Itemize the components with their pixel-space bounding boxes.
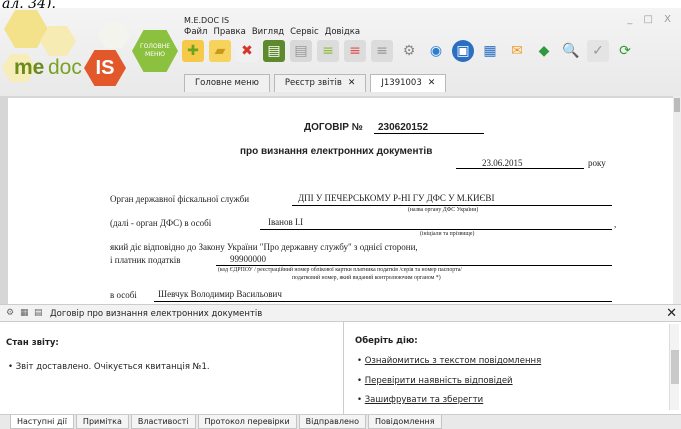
logo-doc: doc	[48, 56, 82, 79]
person-hint: (ініціали та прізвище)	[420, 231, 475, 237]
action-view-message-link[interactable]: Ознайомитись з текстом повідомлення	[365, 356, 541, 366]
action-item[interactable]: • Зашифрувати та зберегти	[357, 395, 483, 405]
organ-label: Орган державної фіскальної служби	[110, 194, 250, 204]
menu-help[interactable]: Довідка	[325, 27, 360, 37]
payer-hint-2: податковий номер, який виданий контролюю…	[292, 275, 441, 281]
menubar: Файл Правка Вигляд Сервіс Довідка	[184, 27, 360, 37]
app-title: M.E.DOC IS	[184, 16, 230, 25]
window-controls[interactable]: _ □ X	[627, 14, 675, 25]
close-icon[interactable]: ✕	[348, 78, 356, 88]
organ-value[interactable]: ДПІ У ПЕЧЕРСЬКОМУ Р-НІ ГУ ДФС У М.КИЄВІ	[298, 193, 494, 203]
person-value[interactable]: Іванов І.І	[268, 217, 303, 227]
sign-icon[interactable]: ◆	[533, 40, 555, 62]
tab-note[interactable]: Примітка	[75, 415, 129, 429]
tab-next-actions[interactable]: Наступні дії	[10, 415, 74, 429]
gear-icon[interactable]: ⚙	[6, 309, 15, 318]
tab-j1391003[interactable]: J1391003 ✕	[370, 74, 447, 92]
envelope-icon[interactable]: ✉	[506, 40, 528, 62]
menu-service[interactable]: Сервіс	[290, 27, 319, 37]
info-bar: ⚙ ▦ ▤ Договір про визнання електронних д…	[0, 304, 681, 322]
action-check-replies-link[interactable]: Перевірити наявність відповідей	[365, 376, 513, 386]
check-doc-icon[interactable]: ✓	[587, 40, 609, 62]
person-label: (далі - орган ДФС) в особі	[110, 218, 212, 228]
print-icon[interactable]: ▦	[20, 309, 29, 318]
payer-value[interactable]: 99900000	[230, 254, 266, 264]
organ-hint: (назва органу ДФС України)	[408, 207, 479, 213]
print-icon[interactable]: ▦	[479, 40, 501, 62]
app-header: me doc IS ГОЛОВНЕ МЕНЮ M.E.DOC IS _ □ X …	[0, 8, 681, 96]
status-pane: Стан звіту: • Звіт доставлено. Очікуєтьс…	[0, 322, 344, 414]
document-tabs: Головне меню Реєстр звітів ✕ J1391003 ✕	[184, 74, 447, 92]
tab-main-menu[interactable]: Головне меню	[184, 74, 270, 92]
remove-doc-icon[interactable]: ≡	[344, 40, 366, 62]
organ-underline	[292, 205, 612, 206]
rep-label: в особі	[110, 290, 137, 300]
action-item[interactable]: • Ознайомитись з текстом повідомлення	[357, 356, 541, 366]
contract-title: ДОГОВІР №	[304, 122, 363, 133]
logo-hex-decoration	[98, 22, 130, 48]
scrollbar-thumb[interactable]	[674, 98, 680, 112]
contract-date[interactable]: 23.06.2015	[456, 158, 584, 169]
document-scrollbar[interactable]	[673, 96, 681, 304]
tab-reports-registry[interactable]: Реєстр звітів ✕	[273, 74, 367, 92]
close-icon[interactable]: ✕	[666, 306, 677, 321]
menu-file[interactable]: Файл	[184, 27, 207, 37]
payer-label: і платник податків	[110, 255, 181, 265]
actions-scrollbar[interactable]	[669, 324, 679, 410]
acting-text: який діє відповідно до Закону України "П…	[110, 242, 418, 252]
new-doc-icon[interactable]: ✚	[182, 40, 204, 62]
person-underline	[260, 229, 612, 230]
contract-subtitle: про визнання електронних документів	[240, 146, 433, 157]
main-menu-button[interactable]: ГОЛОВНЕ МЕНЮ	[132, 30, 178, 72]
search-doc-icon[interactable]: 🔍	[560, 40, 582, 62]
tab-sent[interactable]: Відправлено	[298, 415, 366, 429]
action-encrypt-save-link[interactable]: Зашифрувати та зберегти	[365, 395, 483, 405]
document-page: ДОГОВІР № 230620152 про визнання електро…	[8, 98, 673, 304]
info-title: Договір про визнання електронних докумен…	[50, 309, 263, 319]
actions-pane: Оберіть дію: • Ознайомитись з текстом по…	[345, 322, 681, 414]
menu-edit[interactable]: Правка	[213, 27, 245, 37]
toolbar: ✚ ▰ ✖ ▤ ▤ ≡ ≡ ≡ ⚙ ◉ ▣ ▦ ✉ ◆ 🔍 ✓ ⟳	[182, 40, 636, 62]
logo-me: me	[14, 56, 45, 79]
contract-number[interactable]: 230620152	[374, 122, 484, 134]
rep-underline	[154, 301, 612, 302]
scrollbar-thumb[interactable]	[671, 350, 679, 384]
logo-is: IS	[84, 50, 126, 86]
add-doc-icon[interactable]: ≡	[317, 40, 339, 62]
payer-underline	[216, 265, 612, 266]
actions-heading: Оберіть дію:	[355, 336, 418, 346]
share-icon[interactable]: ◉	[425, 40, 447, 62]
open-folder-icon[interactable]: ▰	[209, 40, 231, 62]
close-icon[interactable]: ✕	[428, 78, 436, 88]
action-item[interactable]: • Перевірити наявність відповідей	[357, 376, 513, 386]
bottom-tabs: Наступні дії Примітка Властивості Проток…	[0, 414, 681, 429]
gear-icon[interactable]: ⚙	[398, 40, 420, 62]
tab-messages[interactable]: Повідомлення	[367, 415, 442, 429]
refresh-icon[interactable]: ⟳	[614, 40, 636, 62]
tab-properties[interactable]: Властивості	[130, 415, 196, 429]
payer-hint-1: (код ЄДРПОУ / реєстраційний номер обліко…	[218, 267, 462, 273]
document-area: ДОГОВІР № 230620152 про визнання електро…	[0, 96, 681, 304]
year-suffix: року	[588, 158, 606, 168]
save-icon[interactable]: ▤	[263, 40, 285, 62]
person-comma: ,	[614, 219, 617, 229]
menu-view[interactable]: Вигляд	[252, 27, 284, 37]
archive-icon[interactable]: ▣	[452, 40, 474, 62]
tab-check-protocol[interactable]: Протокол перевірки	[197, 415, 297, 429]
cancel-doc-icon[interactable]: ≡	[371, 40, 393, 62]
status-heading: Стан звіту:	[6, 338, 59, 348]
doc-icon[interactable]: ▤	[34, 309, 43, 318]
doc-gray-icon[interactable]: ▤	[290, 40, 312, 62]
logo-area: me doc IS ГОЛОВНЕ МЕНЮ	[0, 8, 180, 96]
delete-doc-icon[interactable]: ✖	[236, 40, 258, 62]
rep-value[interactable]: Шевчук Володимир Васильович	[158, 289, 282, 299]
status-item: • Звіт доставлено. Очікується квитанція …	[8, 362, 210, 372]
